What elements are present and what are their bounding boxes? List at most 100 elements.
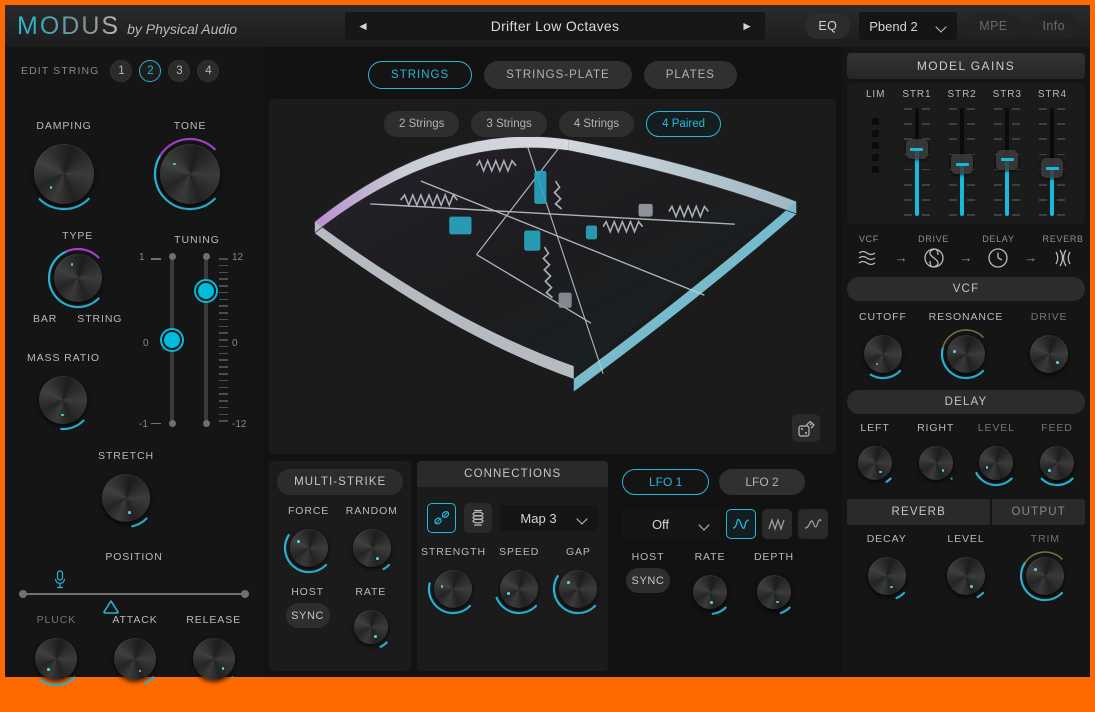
preset-next-icon[interactable]: ► (741, 20, 753, 32)
model-gains-title: MODEL GAINS (847, 53, 1085, 79)
delay-right-knob[interactable] (912, 439, 960, 487)
fader-handle[interactable] (906, 139, 928, 159)
fx-chain-vcf[interactable]: VCF (847, 234, 891, 269)
config-2-strings[interactable]: 2 Strings (384, 111, 459, 137)
reverb-level-knob[interactable] (940, 550, 992, 602)
config-4-strings[interactable]: 4 Strings (559, 111, 634, 137)
delay-left-knob[interactable] (851, 439, 899, 487)
force-knob[interactable] (283, 522, 335, 574)
string-button-2[interactable]: 2 (139, 60, 161, 82)
tuning-fine-zero-label: 0 (143, 338, 149, 349)
attack-knob[interactable] (107, 631, 163, 687)
tuning-coarse-slider[interactable] (199, 256, 213, 424)
lfo-wave-sine-button[interactable] (726, 509, 756, 539)
string-button-3[interactable]: 3 (168, 60, 190, 82)
pitchbend-dropdown[interactable]: Pbend 2 (859, 12, 957, 40)
tuning-fine-slider[interactable] (165, 256, 179, 424)
tab-strings[interactable]: STRINGS (368, 61, 472, 89)
connection-map-dropdown[interactable]: Map 3 (500, 505, 598, 531)
fx-chain-drive[interactable]: DRIVE (912, 234, 956, 269)
output-trim-knob[interactable] (1019, 550, 1071, 602)
lfo-depth-knob[interactable] (750, 568, 798, 616)
mass-ratio-knob[interactable] (32, 369, 94, 431)
fader-str4[interactable] (1039, 108, 1065, 216)
string-button-1[interactable]: 1 (110, 60, 132, 82)
vcf-section-title[interactable]: VCF (847, 277, 1085, 301)
preset-prev-icon[interactable]: ◄ (357, 20, 369, 32)
fader-str1[interactable] (904, 108, 930, 216)
vcf-drive-knob[interactable] (1023, 328, 1075, 380)
lfo-wave-smooth-random-button[interactable] (798, 509, 828, 539)
preset-name[interactable]: Drifter Low Octaves (491, 18, 620, 34)
cutoff-label: CUTOFF (859, 311, 907, 323)
reverb-section-title[interactable]: REVERB (847, 499, 990, 525)
position-slider[interactable] (19, 589, 249, 599)
tab-lfo-1[interactable]: LFO 1 (622, 469, 709, 495)
type-knob[interactable] (47, 247, 109, 309)
info-button[interactable]: Info (1030, 13, 1078, 39)
gap-knob-group: GAP (552, 546, 604, 615)
tuning-fine-tick-top (151, 258, 161, 260)
output-section-title[interactable]: OUTPUT (992, 499, 1085, 525)
reverb-decay-group: DECAY (861, 533, 913, 602)
delay-feed-group: FEED (1033, 422, 1081, 487)
fader-handle[interactable] (1041, 158, 1063, 178)
tab-plates[interactable]: PLATES (644, 61, 737, 89)
edit-string-label: EDIT STRING (21, 65, 99, 77)
string-button-4[interactable]: 4 (197, 60, 219, 82)
config-4-paired[interactable]: 4 Paired (646, 111, 721, 137)
gap-knob[interactable] (552, 563, 604, 615)
lfo-target-dropdown[interactable]: Off (622, 510, 720, 538)
vcf-drive-label: DRIVE (1031, 311, 1068, 323)
reverb-level-label: LEVEL (947, 533, 984, 545)
fader-handle[interactable] (951, 154, 973, 174)
config-3-strings[interactable]: 3 Strings (471, 111, 546, 137)
strength-knob[interactable] (427, 563, 479, 615)
damping-knob[interactable] (27, 137, 101, 211)
speed-knob[interactable] (493, 563, 545, 615)
model-viewer[interactable]: 2 Strings 3 Strings 4 Strings 4 Paired (269, 99, 836, 454)
random-knob[interactable] (346, 522, 398, 574)
connection-mode-spring-button[interactable] (464, 503, 492, 533)
lfo-rate-knob[interactable] (686, 568, 734, 616)
fx-chain-reverb[interactable]: REVERB (1041, 234, 1085, 269)
position-cap-right (241, 590, 249, 598)
cutoff-knob[interactable] (857, 328, 909, 380)
tuning-coarse-handle[interactable] (196, 281, 216, 301)
release-knob[interactable] (186, 631, 242, 687)
delay-feed-knob[interactable] (1033, 439, 1081, 487)
multistrike-sync-button[interactable]: SYNC (286, 603, 330, 628)
model-gains-section: LIM STR1 STR2 STR3 STR4 (847, 83, 1085, 224)
randomize-button[interactable] (792, 414, 820, 442)
tuning-fine-handle[interactable] (162, 330, 182, 350)
delay-level-knob[interactable] (972, 439, 1020, 487)
tuning-coarse-mid-label: 0 (232, 338, 238, 349)
delay-section-title[interactable]: DELAY (847, 390, 1085, 414)
preset-browser[interactable]: ◄ Drifter Low Octaves ► (345, 12, 765, 40)
lfo-wave-ramp-button[interactable] (762, 509, 792, 539)
multistrike-panel: MULTI-STRIKE FORCE RANDOM HOST (269, 461, 411, 671)
stretch-knob[interactable] (95, 467, 157, 529)
reverb-decay-knob[interactable] (861, 550, 913, 602)
fx-chain-delay[interactable]: DELAY (977, 234, 1021, 269)
multistrike-rate-knob[interactable] (347, 603, 395, 651)
pluck-knob[interactable] (28, 631, 84, 687)
mpe-button[interactable]: MPE (966, 13, 1020, 39)
fader-str2[interactable] (949, 108, 975, 216)
fx-drive-label: DRIVE (918, 234, 949, 244)
connection-mode-nodes-button[interactable] (427, 503, 455, 533)
fader-str3[interactable] (994, 108, 1020, 216)
pluck-label: PLUCK (37, 614, 77, 626)
reverb-arcs-icon (1050, 247, 1076, 269)
tab-strings-plate[interactable]: STRINGS-PLATE (484, 61, 632, 89)
sine-wave-icon (731, 517, 751, 531)
eq-button[interactable]: EQ (805, 13, 850, 39)
fader-handle[interactable] (996, 150, 1018, 170)
resonance-knob[interactable] (940, 328, 992, 380)
lfo-sync-button[interactable]: SYNC (626, 568, 670, 593)
microphone-icon[interactable] (53, 570, 67, 590)
speed-knob-group: SPEED (493, 546, 545, 615)
tone-knob[interactable] (153, 137, 227, 211)
tab-lfo-2[interactable]: LFO 2 (719, 469, 804, 495)
pickup-position-handle[interactable] (102, 599, 120, 614)
